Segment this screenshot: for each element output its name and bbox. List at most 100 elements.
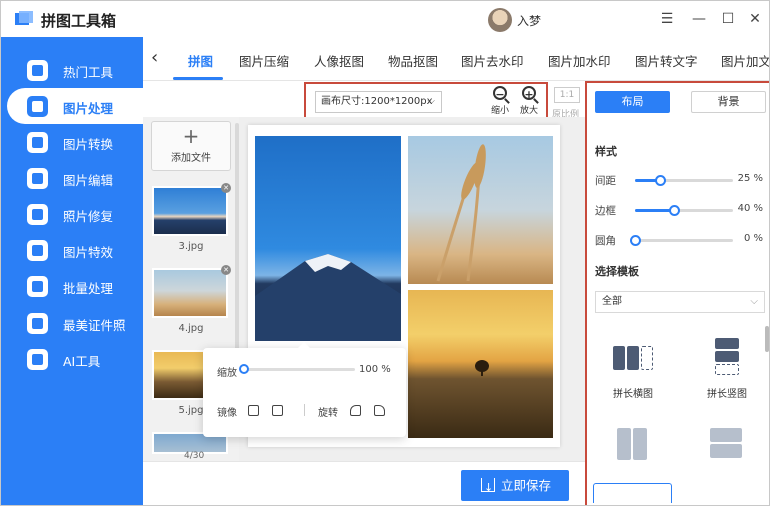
sidebar-item-batch[interactable]: 批量处理: [1, 268, 143, 304]
zoom-out-button[interactable]: − 缩小: [487, 86, 513, 116]
sidebar-item-id-photo[interactable]: 最美证件照: [1, 305, 143, 341]
sidebar-item-image-process[interactable]: 图片处理: [7, 88, 143, 124]
remove-file-icon[interactable]: ✕: [221, 265, 231, 275]
rotate-left-icon[interactable]: [350, 405, 361, 416]
zoom-slider-knob[interactable]: [239, 364, 249, 374]
zoom-in-icon: +: [522, 86, 536, 101]
file-name: 3.jpg: [178, 241, 204, 252]
menu-icon[interactable]: ☰: [657, 9, 677, 29]
template-label: 拼长竖图: [707, 389, 747, 400]
tab-add-watermark[interactable]: 图片加水印: [548, 51, 611, 70]
add-file-label: 添加文件: [171, 153, 211, 164]
settings-panel-scrollbar[interactable]: [765, 326, 769, 352]
corner-slider[interactable]: [630, 235, 733, 246]
image-process-icon: [27, 96, 48, 117]
sidebar-item-image-effect[interactable]: 图片特效: [1, 232, 143, 268]
spacing-value: 25 %: [737, 173, 763, 184]
sidebar-item-ai-tools[interactable]: AI工具: [1, 341, 143, 377]
template-block: [641, 346, 653, 370]
original-ratio-button[interactable]: 1:1: [554, 87, 580, 103]
photo-repair-icon: [27, 204, 48, 225]
collage-photo-sunset[interactable]: [408, 290, 553, 438]
tab-background[interactable]: 背景: [691, 91, 766, 113]
rotate-right-icon[interactable]: [374, 405, 385, 416]
zoom-value: 100 %: [359, 364, 391, 375]
file-thumbnail[interactable]: ✕: [152, 183, 231, 236]
sidebar-item-hot-tools[interactable]: 热门工具: [1, 52, 143, 88]
tab-layout[interactable]: 布局: [595, 91, 670, 113]
tab-add-text[interactable]: 图片加文: [721, 51, 769, 70]
template-block: [715, 364, 739, 375]
back-arrow-icon[interactable]: ‹: [151, 47, 158, 68]
template-filter-value: 全部: [602, 296, 622, 307]
rotate-label: 旋转: [318, 408, 338, 419]
tab-puzzle[interactable]: 拼图: [188, 51, 213, 70]
zoom-out-icon: −: [493, 86, 507, 101]
template-filter-select[interactable]: 全部 ⌵: [595, 291, 765, 313]
active-tab-underline: [173, 77, 223, 80]
chevron-down-icon: ⌵: [750, 296, 758, 307]
canvas-size-value: 画布尺寸:1200*1200px: [321, 96, 433, 107]
template-block: [715, 338, 739, 349]
template-block: [715, 351, 739, 362]
corner-value: 0 %: [743, 233, 763, 244]
zoom-in-button[interactable]: + 放大: [516, 86, 542, 116]
zoom-out-label: 缩小: [490, 106, 509, 116]
canvas-size-select[interactable]: 画布尺寸:1200*1200px ⌵: [315, 91, 442, 113]
remove-file-icon[interactable]: ✕: [221, 183, 231, 193]
tab-image-to-text[interactable]: 图片转文字: [635, 51, 698, 70]
template-block: [617, 428, 631, 460]
spacing-slider[interactable]: [635, 175, 733, 186]
template-block: [633, 428, 647, 460]
sidebar-item-label: AI工具: [63, 354, 101, 369]
border-value: 40 %: [737, 203, 763, 214]
image-adjust-popover: 缩放 100 % 镜像 旋转: [203, 342, 406, 437]
add-file-button[interactable]: + 添加文件: [151, 121, 231, 171]
file-thumbnail[interactable]: ✕: [152, 265, 231, 318]
corner-slider-knob[interactable]: [630, 235, 641, 246]
style-section-title: 样式: [595, 145, 617, 158]
plus-icon: +: [182, 124, 200, 148]
tools-icon: [27, 60, 48, 81]
sidebar-item-label: 照片修复: [63, 209, 114, 224]
mirror-vertical-icon[interactable]: [272, 405, 283, 416]
sidebar-item-label: 批量处理: [63, 281, 114, 296]
close-button[interactable]: ✕: [745, 9, 765, 29]
template-block: [710, 428, 742, 442]
sidebar-item-label: 图片处理: [63, 101, 114, 116]
sidebar-item-label: 最美证件照: [63, 318, 126, 333]
image-edit-icon: [27, 168, 48, 189]
sidebar: 热门工具 图片处理 图片转换 图片编辑 照片修复 图片特效 批量处理 最美证件照…: [1, 37, 143, 505]
username[interactable]: 入梦: [517, 12, 541, 29]
border-slider-knob[interactable]: [669, 205, 681, 216]
minimize-button[interactable]: —: [689, 9, 709, 29]
sidebar-item-photo-repair[interactable]: 照片修复: [1, 196, 143, 232]
save-button-label: 立即保存: [501, 478, 552, 493]
image-effect-icon: [27, 240, 48, 261]
tab-portrait-cutout[interactable]: 人像抠图: [314, 51, 364, 70]
ai-icon: [27, 349, 48, 370]
collage-photo-wheat[interactable]: [408, 136, 553, 284]
spacing-slider-knob[interactable]: [654, 175, 666, 186]
sidebar-item-image-convert[interactable]: 图片转换: [1, 124, 143, 160]
settings-panel: 布局 背景 样式 间距 25 % 边框 40 % 圆角 0 % 选择模板 全部 …: [585, 81, 769, 505]
tab-remove-watermark[interactable]: 图片去水印: [461, 51, 524, 70]
save-button[interactable]: 立即保存: [461, 470, 569, 503]
border-slider[interactable]: [635, 205, 733, 216]
tab-object-cutout[interactable]: 物品抠图: [388, 51, 438, 70]
sidebar-item-image-edit[interactable]: 图片编辑: [1, 160, 143, 196]
bottom-bar: 立即保存: [143, 461, 585, 505]
mirror-label: 镜像: [217, 408, 237, 419]
page-count: 4/30: [184, 451, 205, 461]
file-name: 4.jpg: [178, 323, 204, 334]
zoom-slider[interactable]: [239, 364, 355, 374]
maximize-button[interactable]: ☐: [718, 9, 738, 29]
mirror-horizontal-icon[interactable]: [248, 405, 259, 416]
tab-compress[interactable]: 图片压缩: [239, 51, 289, 70]
collage-photo-mountain[interactable]: [255, 136, 401, 341]
avatar[interactable]: [488, 8, 512, 32]
sidebar-item-label: 图片编辑: [63, 173, 114, 188]
template-block: [627, 346, 639, 370]
app-title: 拼图工具箱: [41, 12, 117, 30]
template-block: [710, 444, 742, 458]
